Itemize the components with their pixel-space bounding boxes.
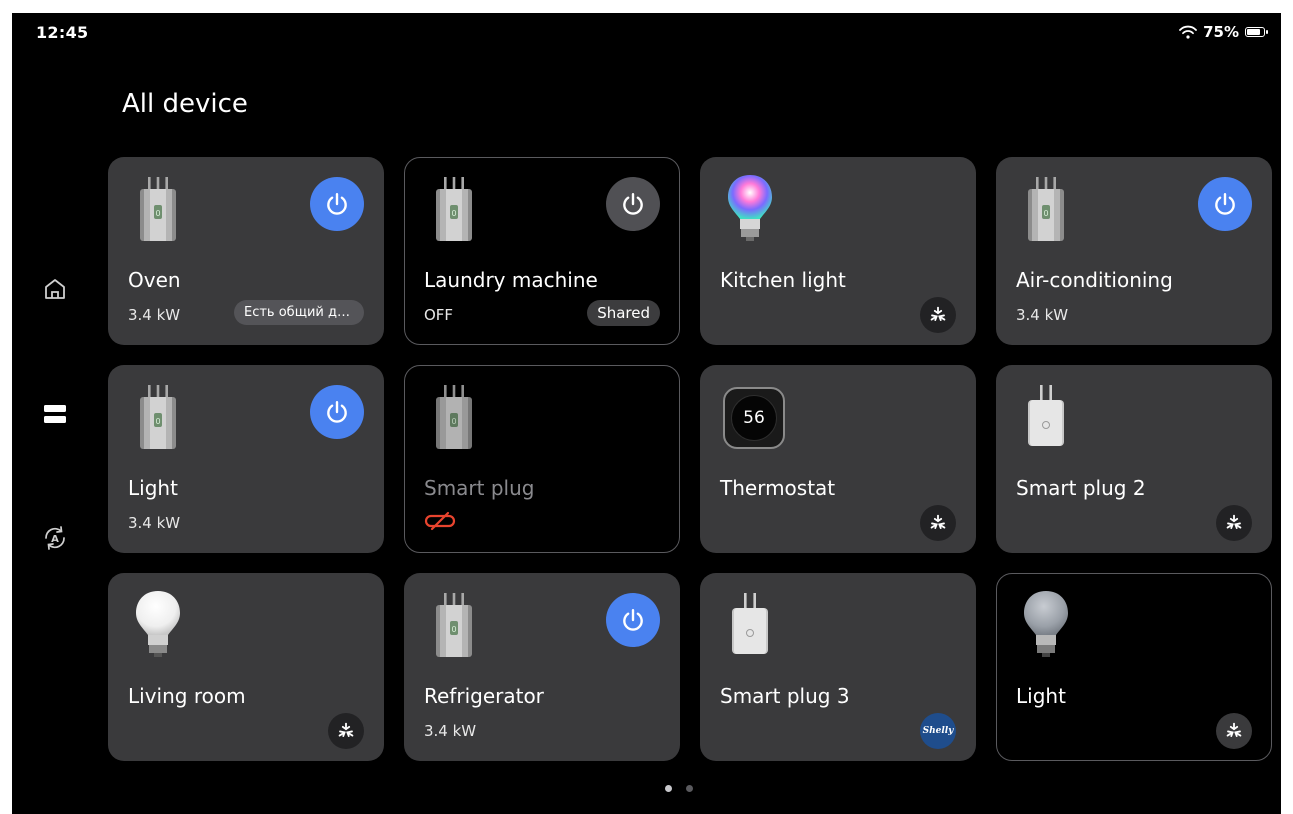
device-name: Oven (128, 268, 181, 292)
white-plug-icon (1016, 383, 1076, 453)
device-name: Thermostat (720, 476, 836, 500)
device-name: Refrigerator (424, 684, 544, 708)
page-dot-1[interactable] (665, 785, 672, 792)
sidebar-automation-button[interactable]: A (40, 523, 70, 553)
color-bulb-icon (720, 173, 780, 243)
matter-badge (1216, 713, 1252, 749)
page-indicator (665, 785, 693, 792)
device-status: OFF (424, 306, 454, 324)
matter-badge (328, 713, 364, 749)
offline-icon (424, 511, 456, 531)
device-card-living-room[interactable]: Living room (108, 573, 384, 761)
shared-tag: Есть общий до... (234, 300, 364, 325)
device-name: Light (1016, 684, 1066, 708)
page-title: All device (122, 89, 248, 119)
power-icon (620, 191, 646, 217)
white-bulb-icon (128, 589, 188, 659)
device-name: Light (128, 476, 178, 500)
white-plug-icon (720, 591, 780, 661)
plug-icon (128, 383, 188, 453)
power-icon (324, 399, 350, 425)
power-button[interactable] (310, 177, 364, 231)
tablet-screen: 12:45 75% All device A Oven 3.4 kW Есть … (12, 13, 1281, 814)
device-grid: Oven 3.4 kW Есть общий до... Laundry mac… (108, 157, 1272, 761)
plug-icon (424, 175, 484, 245)
shelly-icon: Shelly (920, 713, 956, 749)
device-power-reading: 3.4 kW (424, 722, 477, 740)
power-button[interactable] (1198, 177, 1252, 231)
battery-icon (1245, 27, 1268, 37)
battery-percent: 75% (1203, 23, 1239, 41)
matter-icon (335, 720, 357, 742)
plug-icon (1016, 175, 1076, 245)
matter-icon (927, 304, 949, 326)
plug-icon (424, 591, 484, 661)
power-button[interactable] (606, 177, 660, 231)
device-name: Living room (128, 684, 246, 708)
device-power-reading: 3.4 kW (1016, 306, 1069, 324)
home-icon (45, 279, 65, 299)
status-time: 12:45 (36, 23, 89, 42)
matter-badge (920, 297, 956, 333)
page-dot-2[interactable] (686, 785, 693, 792)
power-icon (1212, 191, 1238, 217)
status-bar-right: 75% (1179, 23, 1268, 41)
matter-icon (1223, 512, 1245, 534)
device-card-refrigerator[interactable]: Refrigerator 3.4 kW (404, 573, 680, 761)
device-card-oven[interactable]: Oven 3.4 kW Есть общий до... (108, 157, 384, 345)
device-name: Smart plug 3 (720, 684, 850, 708)
device-name: Kitchen light (720, 268, 846, 292)
device-name: Smart plug (424, 476, 535, 500)
power-icon (620, 607, 646, 633)
plug-icon (424, 383, 484, 453)
power-button[interactable] (310, 385, 364, 439)
device-name: Laundry machine (424, 268, 598, 292)
power-button[interactable] (606, 593, 660, 647)
matter-icon (927, 512, 949, 534)
device-name: Air-conditioning (1016, 268, 1173, 292)
device-card-air-conditioning[interactable]: Air-conditioning 3.4 kW (996, 157, 1272, 345)
power-icon (324, 191, 350, 217)
device-card-smart-plug-3[interactable]: Smart plug 3 Shelly (700, 573, 976, 761)
matter-icon (1223, 720, 1245, 742)
matter-badge (1216, 505, 1252, 541)
device-card-laundry-machine[interactable]: Laundry machine OFF Shared (404, 157, 680, 345)
device-power-reading: 3.4 kW (128, 306, 181, 324)
device-card-kitchen-light[interactable]: Kitchen light (700, 157, 976, 345)
device-power-reading: 3.4 kW (128, 514, 181, 532)
matter-badge (920, 505, 956, 541)
devices-icon (44, 405, 66, 423)
device-name: Smart plug 2 (1016, 476, 1146, 500)
svg-text:A: A (51, 534, 59, 545)
thermostat-reading: 56 (731, 395, 777, 441)
device-card-light-2[interactable]: Light (996, 573, 1272, 761)
device-card-light[interactable]: Light 3.4 kW (108, 365, 384, 553)
shared-tag: Shared (587, 300, 660, 326)
automation-icon: A (45, 526, 65, 550)
device-card-smart-plug[interactable]: Smart plug (404, 365, 680, 553)
device-card-thermostat[interactable]: 56 Thermostat (700, 365, 976, 553)
thermostat-icon: 56 (723, 387, 785, 449)
wifi-icon (1179, 25, 1197, 39)
sidebar-home-button[interactable] (40, 274, 70, 304)
plug-icon (128, 175, 188, 245)
sidebar-devices-button[interactable] (40, 399, 70, 429)
device-card-smart-plug-2[interactable]: Smart plug 2 (996, 365, 1272, 553)
grey-bulb-icon (1016, 589, 1076, 659)
